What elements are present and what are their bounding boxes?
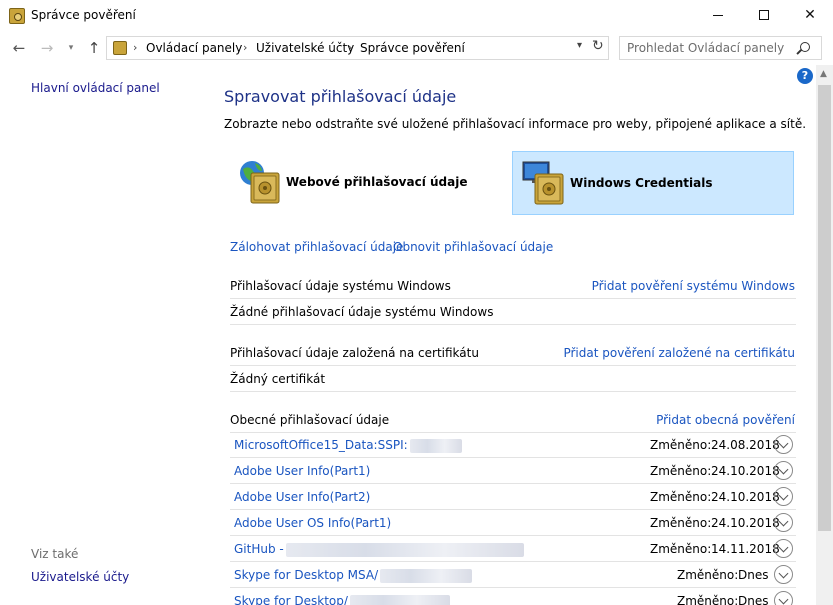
expand-chevron-icon[interactable] xyxy=(774,461,793,480)
windows-credentials-label: Windows Credentials xyxy=(570,176,713,190)
expand-chevron-icon[interactable] xyxy=(774,539,793,558)
scroll-up-arrow-icon[interactable]: ▲ xyxy=(820,69,827,79)
certificate-empty-text: Žádný certifikát xyxy=(230,372,326,386)
credential-name[interactable]: GitHub - xyxy=(234,542,284,556)
address-dropdown-icon[interactable]: ▾ xyxy=(577,40,582,51)
modified-date: 24.08.2018 xyxy=(711,438,780,452)
breadcrumb-control-panel[interactable]: Ovládací panely xyxy=(146,41,242,55)
divider xyxy=(230,391,796,392)
modified-label: Změněno: xyxy=(650,490,712,504)
restore-credentials-link[interactable]: Obnovit přihlašovací údaje xyxy=(393,240,553,254)
maximize-icon xyxy=(759,10,769,20)
credential-row[interactable]: Adobe User Info(Part1) Změněno: 24.10.20… xyxy=(230,458,796,484)
search-input[interactable]: Prohledat Ovládací panely xyxy=(619,36,822,60)
redacted-text xyxy=(380,568,473,583)
breadcrumb-separator-icon[interactable]: › xyxy=(243,41,247,54)
minimize-button[interactable] xyxy=(695,0,741,31)
modified-date: 24.10.2018 xyxy=(711,464,780,478)
divider xyxy=(230,365,796,366)
breadcrumb-separator-icon[interactable]: › xyxy=(348,41,352,54)
web-credentials-label: Webové přihlašovací údaje xyxy=(286,175,468,189)
recent-locations-chevron-icon[interactable]: ▾ xyxy=(62,39,80,57)
windows-credentials-vault-icon xyxy=(522,161,564,205)
control-panel-home-link[interactable]: Hlavní ovládací panel xyxy=(31,81,160,95)
search-placeholder: Prohledat Ovládací panely xyxy=(627,41,785,55)
credential-row[interactable]: Skype for Desktop MSA/ Změněno: Dnes xyxy=(230,562,796,588)
modified-label: Změněno: xyxy=(650,516,712,530)
credential-name[interactable]: Adobe User Info(Part1) xyxy=(234,464,370,478)
expand-chevron-icon[interactable] xyxy=(774,435,793,454)
user-accounts-link[interactable]: Uživatelské účty xyxy=(31,570,129,584)
credential-row[interactable]: GitHub - Změněno: 14.11.2018 xyxy=(230,536,796,562)
modified-label: Změněno: xyxy=(677,568,739,582)
generic-credentials-heading: Obecné přihlašovací údaje xyxy=(230,413,390,427)
credential-name[interactable]: Adobe User Info(Part2) xyxy=(234,490,370,504)
expand-chevron-icon[interactable] xyxy=(774,591,793,605)
modified-label: Změněno: xyxy=(650,438,712,452)
page-description: Zobrazte nebo odstraňte své uložené přih… xyxy=(224,117,807,131)
credential-row[interactable]: Adobe User OS Info(Part1) Změněno: 24.10… xyxy=(230,510,796,536)
modified-date: Dnes xyxy=(738,568,769,582)
scrollbar-thumb[interactable] xyxy=(818,85,831,531)
backup-credentials-link[interactable]: Zálohovat přihlašovací údaje xyxy=(230,240,403,254)
add-windows-credential-link[interactable]: Přidat pověření systému Windows xyxy=(592,279,795,293)
up-arrow-icon[interactable]: ↑ xyxy=(85,39,103,57)
credential-manager-icon xyxy=(9,8,25,24)
back-arrow-icon[interactable]: ← xyxy=(10,39,28,57)
refresh-icon[interactable]: ↻ xyxy=(592,38,604,54)
expand-chevron-icon[interactable] xyxy=(774,513,793,532)
credential-row[interactable]: MicrosoftOffice15_Data:SSPI: Změněno: 24… xyxy=(230,432,796,458)
divider xyxy=(230,324,796,325)
add-generic-credential-link[interactable]: Přidat obecná pověření xyxy=(656,413,795,427)
redacted-text xyxy=(409,438,462,453)
modified-date: 24.10.2018 xyxy=(711,516,780,530)
divider xyxy=(230,298,796,299)
search-icon[interactable] xyxy=(800,42,810,52)
redacted-text xyxy=(349,594,450,605)
maximize-button[interactable] xyxy=(741,0,787,31)
web-credentials-vault-icon xyxy=(240,161,280,204)
modified-date: 14.11.2018 xyxy=(711,542,780,556)
minimize-icon xyxy=(713,14,723,16)
expand-chevron-icon[interactable] xyxy=(774,565,793,584)
certificate-credentials-heading: Přihlašovací údaje založená na certifiká… xyxy=(230,346,479,360)
credential-row[interactable]: Skype for Desktop/ Změněno: Dnes xyxy=(230,588,796,605)
close-button[interactable]: ✕ xyxy=(787,0,833,31)
see-also-label: Viz také xyxy=(31,547,79,561)
modified-label: Změněno: xyxy=(677,594,739,605)
credential-row[interactable]: Adobe User Info(Part2) Změněno: 24.10.20… xyxy=(230,484,796,510)
breadcrumb-user-accounts[interactable]: Uživatelské účty xyxy=(256,41,354,55)
modified-date: 24.10.2018 xyxy=(711,490,780,504)
forward-arrow-icon[interactable]: → xyxy=(38,39,56,57)
close-icon: ✕ xyxy=(804,7,816,23)
web-credentials-tile[interactable]: Webové přihlašovací údaje xyxy=(229,151,511,215)
page-title: Spravovat přihlašovací údaje xyxy=(224,87,457,106)
credential-name[interactable]: Skype for Desktop/ xyxy=(234,594,348,605)
address-bar[interactable]: › Ovládací panely › Uživatelské účty › S… xyxy=(106,36,609,60)
control-panel-icon xyxy=(113,41,127,55)
help-icon[interactable]: ? xyxy=(797,68,813,84)
credential-name[interactable]: Adobe User OS Info(Part1) xyxy=(234,516,391,530)
modified-date: Dnes xyxy=(738,594,769,605)
credential-name[interactable]: Skype for Desktop MSA/ xyxy=(234,568,378,582)
expand-chevron-icon[interactable] xyxy=(774,487,793,506)
window-title: Správce pověření xyxy=(31,8,136,22)
modified-label: Změněno: xyxy=(650,542,712,556)
left-pane: Hlavní ovládací panel Viz také Uživatels… xyxy=(0,65,215,605)
credential-name[interactable]: MicrosoftOffice15_Data:SSPI: xyxy=(234,438,408,452)
modified-label: Změněno: xyxy=(650,464,712,478)
windows-credentials-empty-text: Žádné přihlašovací údaje systému Windows xyxy=(230,305,494,319)
breadcrumb-separator-icon[interactable]: › xyxy=(133,41,137,54)
breadcrumb-credential-manager[interactable]: Správce pověření xyxy=(360,41,465,55)
redacted-text xyxy=(285,542,524,557)
vertical-scrollbar[interactable]: ▲ xyxy=(816,65,833,605)
title-bar: Správce pověření ✕ xyxy=(0,0,833,31)
navigation-bar: ← → ▾ ↑ › Ovládací panely › Uživatelské … xyxy=(0,31,833,65)
add-certificate-credential-link[interactable]: Přidat pověření založené na certifikátu xyxy=(563,346,795,360)
windows-credentials-tile[interactable]: Windows Credentials xyxy=(512,151,794,215)
windows-credentials-heading: Přihlašovací údaje systému Windows xyxy=(230,279,451,293)
